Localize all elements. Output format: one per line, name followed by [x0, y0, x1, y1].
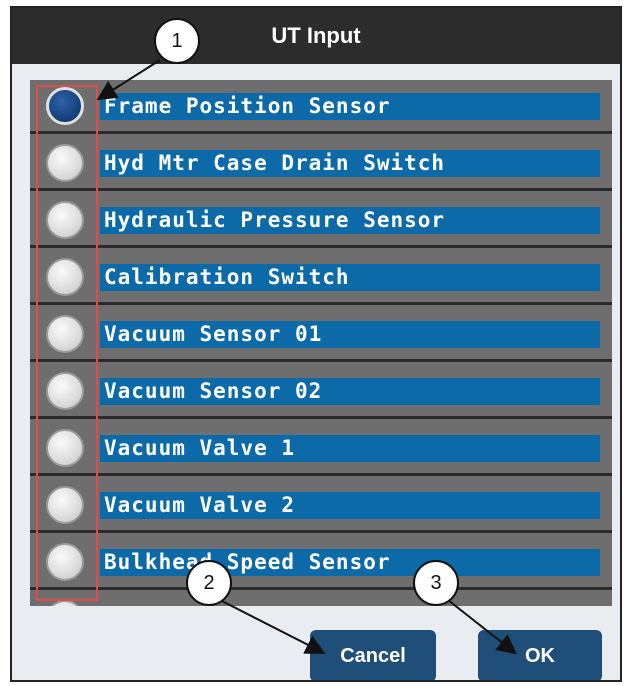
- callout-2: 2: [186, 560, 232, 606]
- callout-3: 3: [413, 560, 459, 606]
- callout-arrows: [96, 59, 518, 655]
- callout-1: 1: [154, 18, 200, 64]
